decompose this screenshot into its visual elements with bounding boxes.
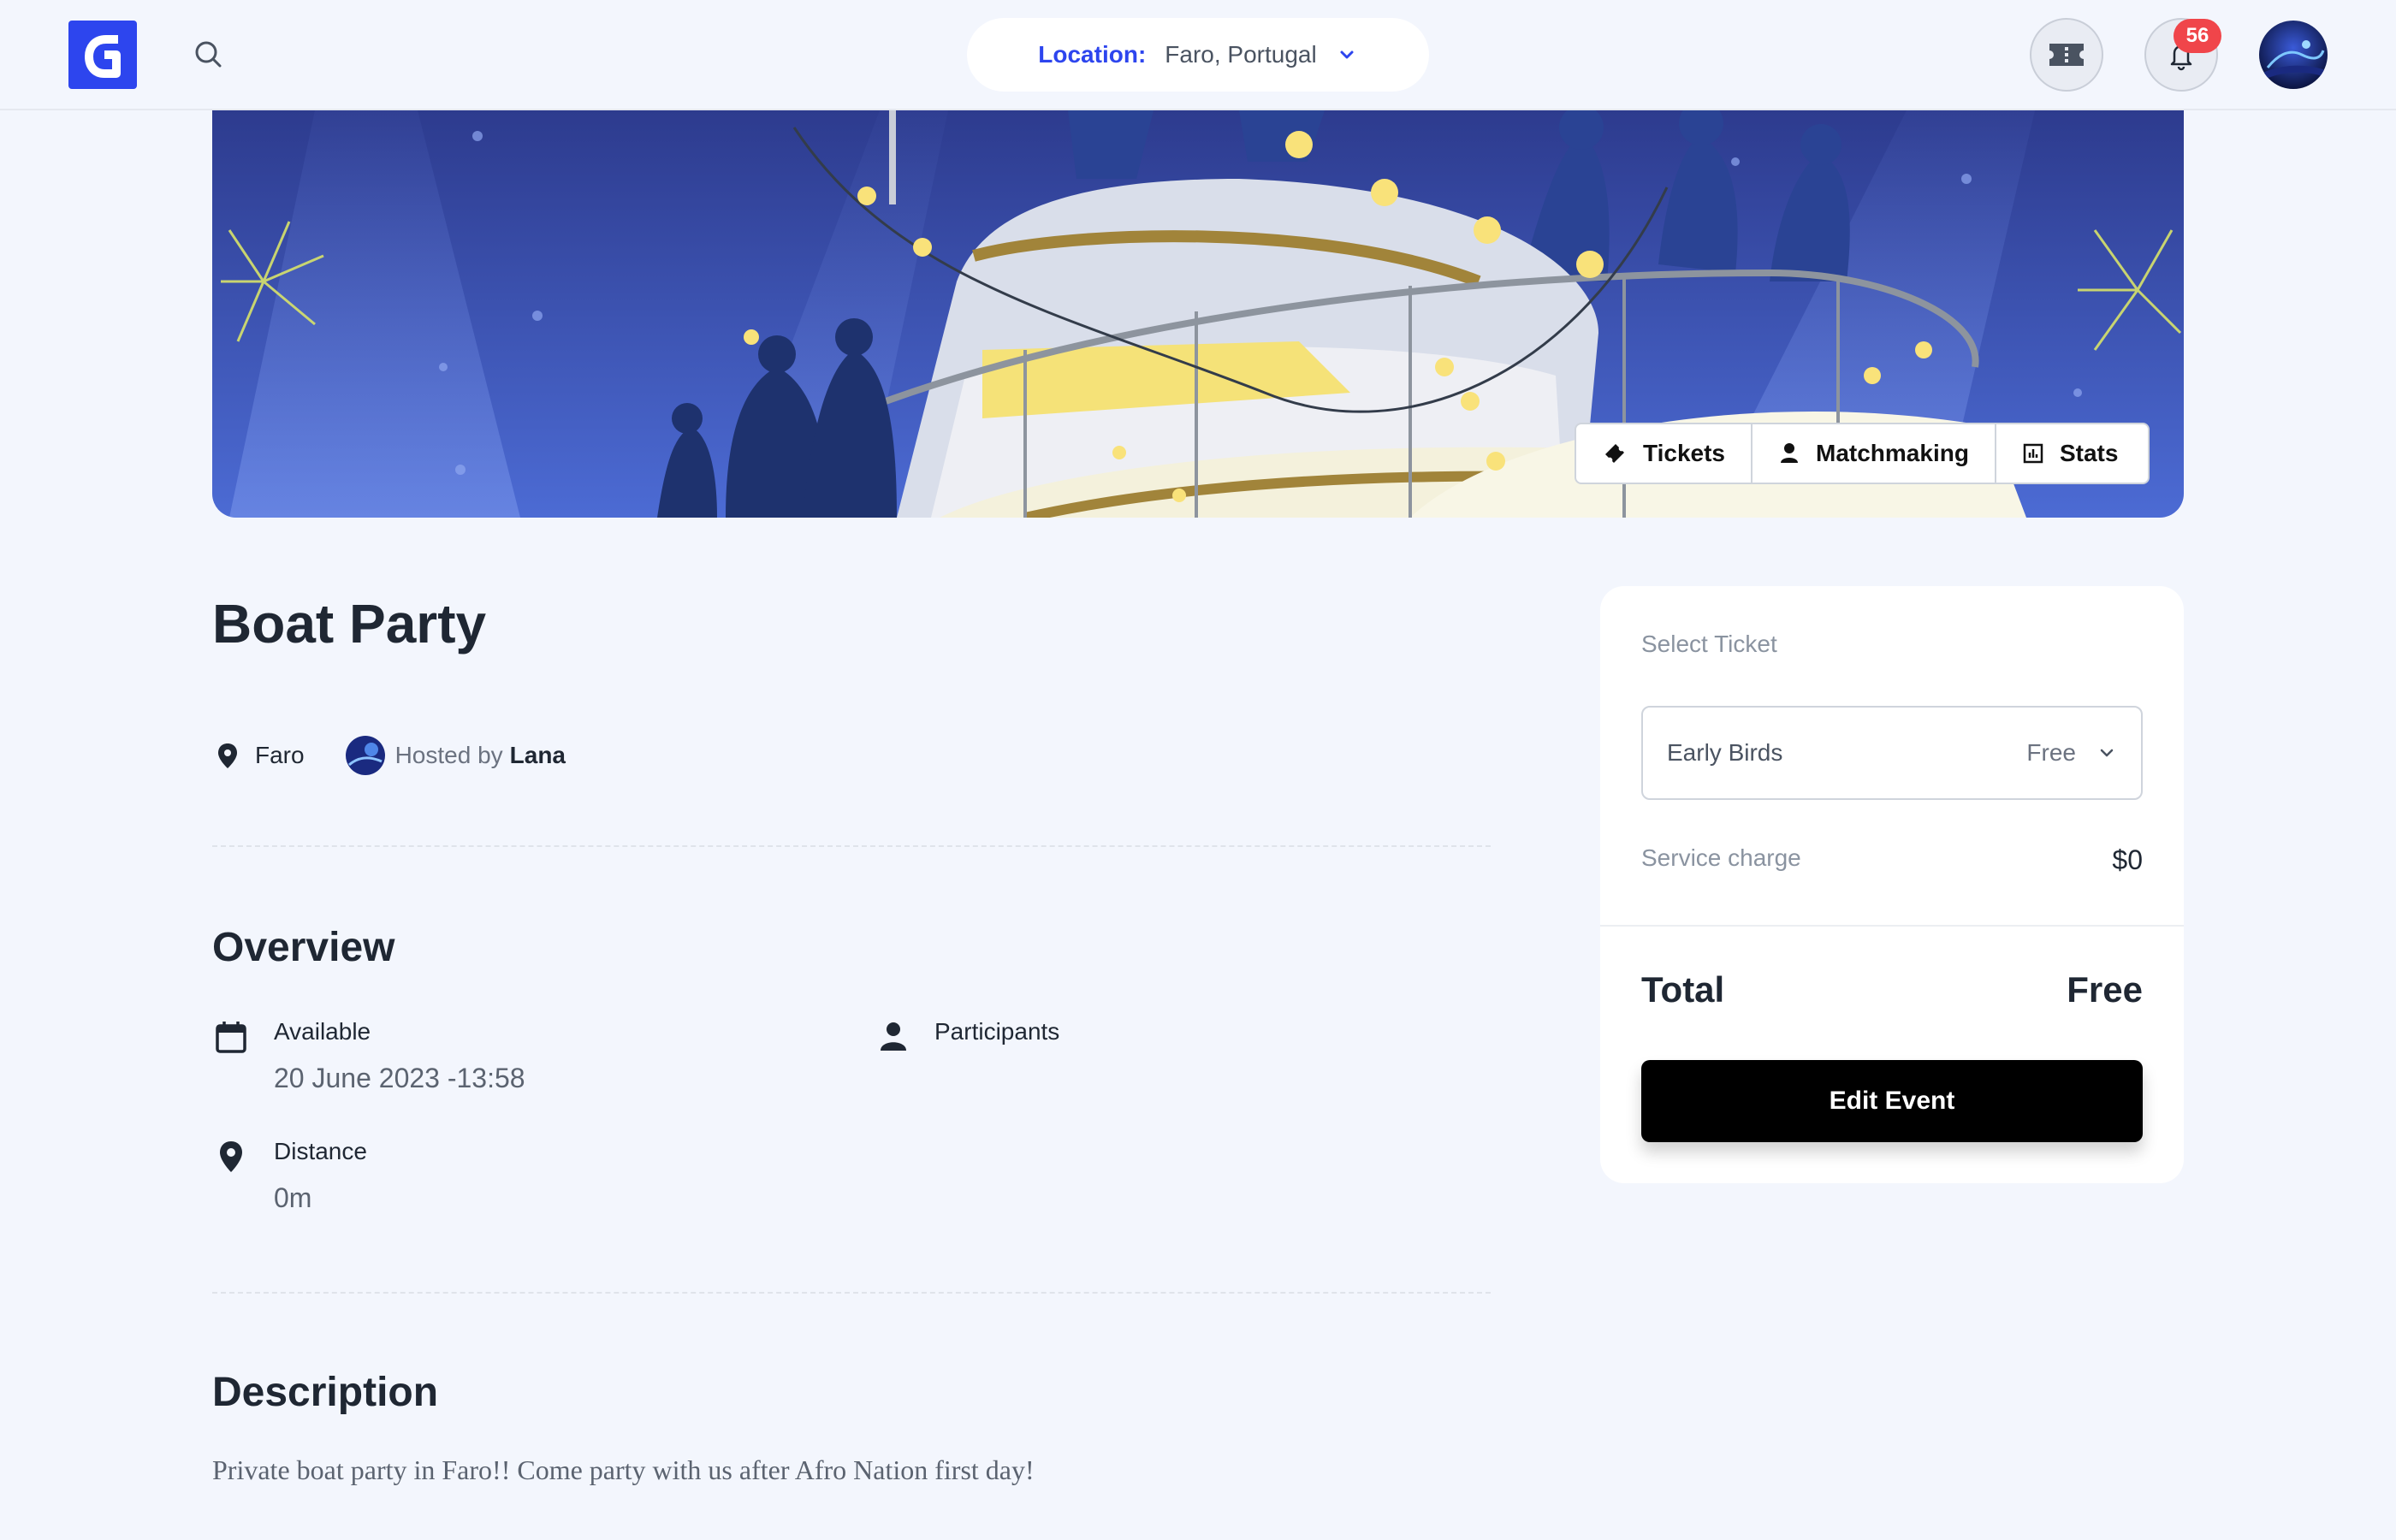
avatar-image <box>2259 21 2328 89</box>
chevron-down-icon <box>2100 749 2114 757</box>
ticket-name: Early Birds <box>1667 739 1783 766</box>
tab-tickets[interactable]: Tickets <box>1576 424 1753 483</box>
overview-title: Overview <box>212 925 395 970</box>
tab-matchmaking[interactable]: Matchmaking <box>1753 424 1996 483</box>
total-row: Total Free <box>1641 969 2143 1010</box>
overview-available: Available 20 June 2023 -13:58 <box>212 1018 525 1094</box>
person-icon <box>881 1022 906 1051</box>
description-text: Private boat party in Faro!! Come party … <box>212 1454 1035 1485</box>
distance-label: Distance <box>274 1138 367 1164</box>
service-charge-row: Service charge $0 <box>1641 844 2143 876</box>
description-title: Description <box>212 1370 439 1415</box>
ticket-price: Free <box>2026 739 2076 766</box>
host-name[interactable]: Lana <box>510 742 566 769</box>
tab-matchmaking-label: Matchmaking <box>1816 440 1969 466</box>
search-button[interactable] <box>188 34 229 75</box>
top-bar: Location: Faro, Portugal 56 <box>0 0 2396 110</box>
total-label: Total <box>1641 969 1725 1010</box>
available-value: 20 June 2023 -13:58 <box>274 1063 525 1093</box>
overview-distance: Distance 0m <box>212 1138 367 1214</box>
tab-tickets-label: Tickets <box>1643 440 1725 466</box>
ticket-icon <box>2049 44 2084 66</box>
ticket-icon <box>1605 444 1624 463</box>
ticket-card: Select Ticket Early Birds Free Service c… <box>1600 586 2184 1183</box>
participants-label: Participants <box>934 1018 1060 1045</box>
distance-value: 0m <box>274 1182 312 1213</box>
location-label: Location: <box>1038 41 1147 68</box>
overview-participants: Participants <box>875 1018 1059 1056</box>
location-pin-icon <box>220 1141 242 1172</box>
hosted-by-label: Hosted by <box>394 742 503 768</box>
host-avatar[interactable] <box>345 736 385 775</box>
service-charge-value: $0 <box>2112 844 2143 875</box>
tab-stats[interactable]: Stats <box>1996 424 2144 483</box>
logo[interactable] <box>68 21 137 89</box>
calendar-icon <box>216 1022 246 1053</box>
ticket-dropdown[interactable]: Early Birds Free <box>1641 706 2143 800</box>
location-selector[interactable]: Location: Faro, Portugal <box>967 18 1429 92</box>
total-value: Free <box>2067 969 2143 1010</box>
notification-badge: 56 <box>2174 19 2221 53</box>
user-avatar[interactable] <box>2259 21 2328 89</box>
event-meta: Faro Hosted by Lana <box>212 736 566 775</box>
location-value: Faro, Portugal <box>1165 41 1317 68</box>
service-charge-label: Service charge <box>1641 844 1801 871</box>
divider <box>212 1292 1491 1294</box>
select-ticket-label: Select Ticket <box>1641 631 1777 657</box>
person-icon <box>1781 443 1798 463</box>
logo-g-icon <box>85 35 121 78</box>
tab-stats-label: Stats <box>2059 440 2119 466</box>
my-tickets-button[interactable] <box>2030 18 2103 92</box>
host-avatar-image <box>345 736 385 775</box>
event-title: Boat Party <box>212 593 487 654</box>
location-pin-icon <box>218 743 237 768</box>
event-city: Faro <box>255 742 305 768</box>
event-tabs: Tickets Matchmaking Stats <box>1575 423 2150 484</box>
search-icon <box>195 41 222 68</box>
chevron-down-icon <box>1340 50 1354 59</box>
divider <box>212 845 1491 847</box>
edit-event-button[interactable]: Edit Event <box>1641 1060 2143 1142</box>
card-divider <box>1600 925 2184 927</box>
available-label: Available <box>274 1018 371 1045</box>
stats-icon <box>2023 443 2043 464</box>
